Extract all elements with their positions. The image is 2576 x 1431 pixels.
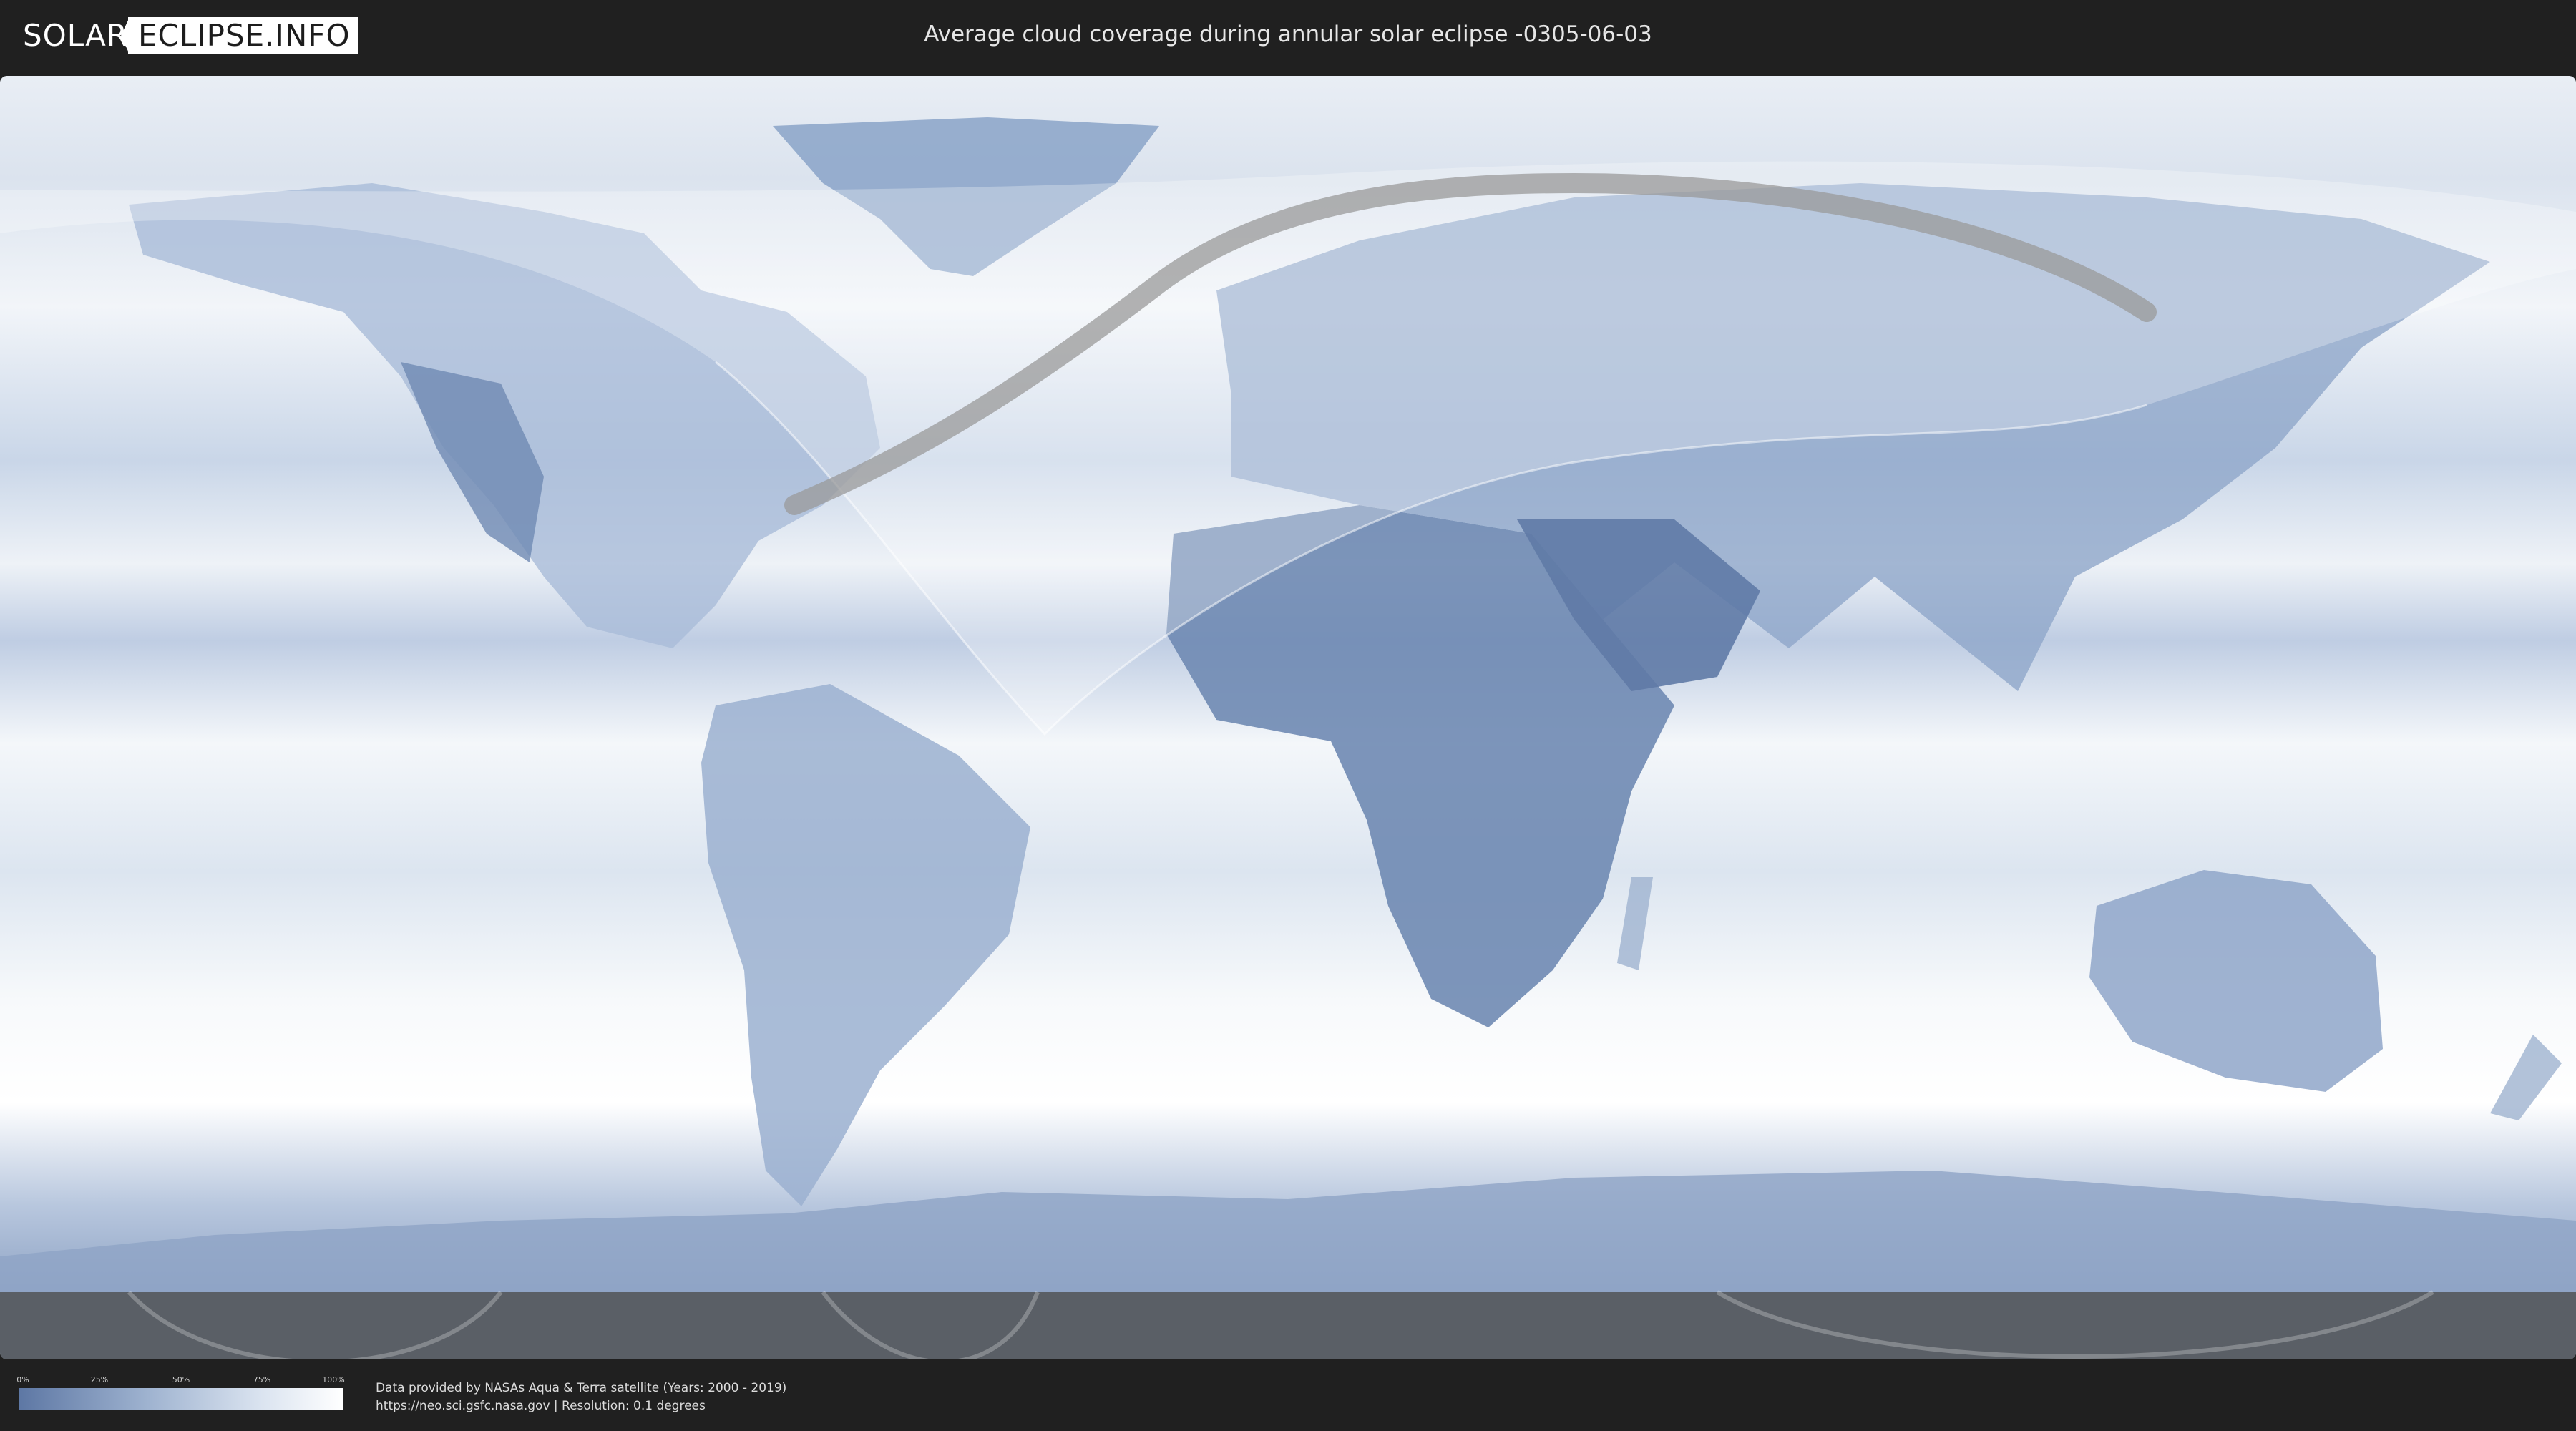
- legend-tick-75: 75%: [253, 1375, 271, 1384]
- legend-tick-0: 0%: [16, 1375, 29, 1384]
- cloud-coverage-legend: 0% 25% 50% 75% 100%: [16, 1375, 345, 1410]
- legend-color-bar: [19, 1388, 343, 1410]
- credits-line-url[interactable]: https://neo.sci.gsfc.nasa.gov | Resoluti…: [376, 1397, 786, 1415]
- cloud-coverage-map: [0, 76, 2576, 1359]
- credits-line-source: Data provided by NASAs Aqua & Terra sate…: [376, 1381, 787, 1395]
- legend-tick-25: 25%: [90, 1375, 109, 1384]
- page-title: Average cloud coverage during annular so…: [924, 21, 1652, 47]
- polar-dark-band: [0, 1292, 2576, 1359]
- data-credits: Data provided by NASAs Aqua & Terra sate…: [376, 1379, 786, 1415]
- legend-ticks: 0% 25% 50% 75% 100%: [16, 1375, 345, 1387]
- world-map-svg: [0, 76, 2576, 1359]
- header-bar: SOLAR ECLIPSE.INFO Average cloud coverag…: [0, 0, 2576, 72]
- legend-tick-50: 50%: [172, 1375, 190, 1384]
- legend-tick-100: 100%: [322, 1375, 345, 1384]
